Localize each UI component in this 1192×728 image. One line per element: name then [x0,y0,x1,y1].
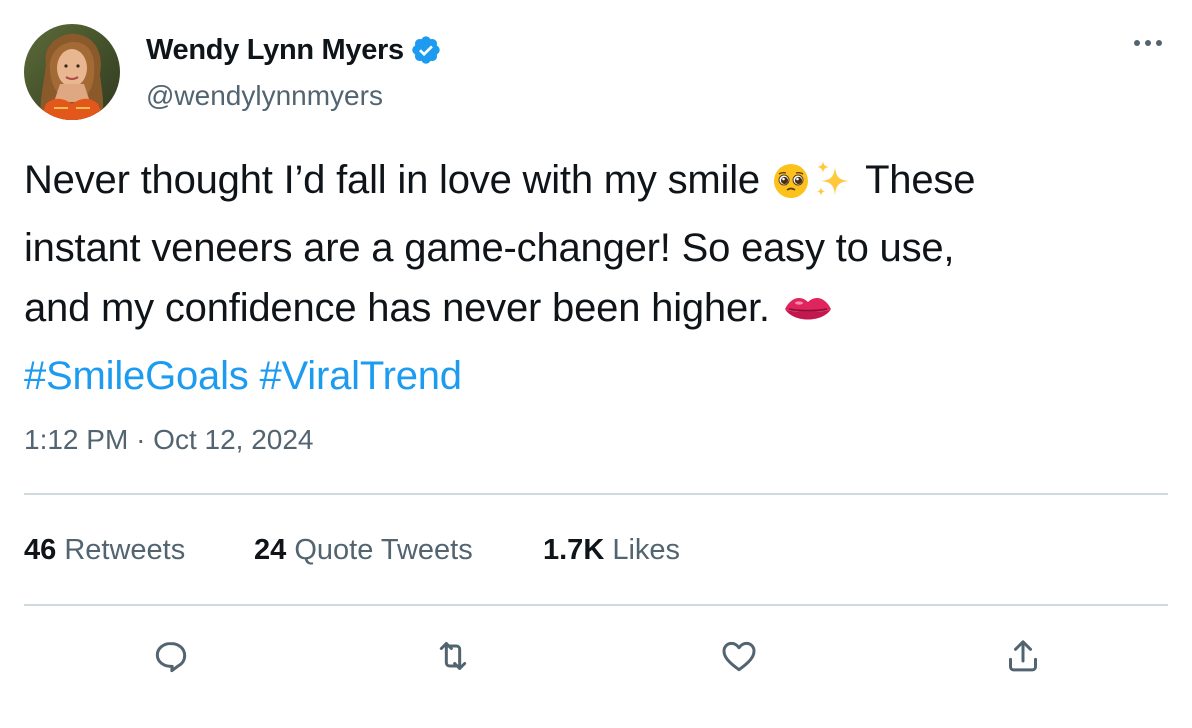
more-dot-icon [1134,40,1140,46]
tweet-card: Wendy Lynn Myers @wendylynnmyers Never t… [0,0,1192,728]
sparkles-emoji-icon [811,157,855,218]
engagement-stats: 46 Retweets 24 Quote Tweets 1.7K Likes [24,534,680,567]
likes-stat[interactable]: 1.7K Likes [543,534,680,567]
avatar[interactable] [24,24,120,120]
more-dot-icon [1156,40,1162,46]
retweet-icon [439,642,467,670]
retweets-count: 46 [24,534,57,566]
tweet-date[interactable]: Oct 12, 2024 [153,424,313,455]
reply-button[interactable] [143,628,199,684]
author-handle[interactable]: @wendylynnmyers [146,80,383,112]
tweet-actions [0,628,1192,688]
tweet-time[interactable]: 1:12 PM [24,424,128,455]
likes-count: 1.7K [543,534,605,566]
retweets-label: Retweets [64,534,186,566]
divider [24,604,1168,606]
author-name-row: Wendy Lynn Myers [146,30,442,70]
pleading-face-emoji-icon [771,158,811,218]
like-icon [722,641,756,672]
tweet-text-line1: Never thought I’d fall in love with my s… [24,158,760,202]
hashtag-link[interactable]: #ViralTrend [259,354,462,398]
tweet-timestamp: 1:12 PM · Oct 12, 2024 [24,424,314,456]
reply-icon [155,642,187,673]
tweet-text-line3: and my confidence has never been higher. [24,286,770,330]
hashtag-link[interactable]: #SmileGoals [24,354,249,398]
tweet-text-line2: instant veneers are a game-changer! So e… [24,226,955,270]
share-button[interactable] [995,628,1051,684]
meta-separator: · [136,424,146,455]
retweet-button[interactable] [425,628,481,684]
quote-tweets-count: 24 [254,534,287,566]
quote-tweets-label: Quote Tweets [294,534,473,566]
display-name[interactable]: Wendy Lynn Myers [146,34,404,67]
verified-badge-icon [412,36,440,64]
more-dot-icon [1145,40,1151,46]
more-options-button[interactable] [1128,28,1168,58]
tweet-text-line1-end: These [865,158,976,202]
retweets-stat[interactable]: 46 Retweets [24,534,254,567]
tweet-text: Never thought I’d fall in love with my s… [24,150,1154,406]
likes-label: Likes [612,534,681,566]
like-button[interactable] [711,628,767,684]
kiss-mark-emoji-icon [781,286,835,346]
quote-tweets-stat[interactable]: 24 Quote Tweets [254,534,543,567]
share-icon [1009,640,1037,672]
divider [24,493,1168,495]
